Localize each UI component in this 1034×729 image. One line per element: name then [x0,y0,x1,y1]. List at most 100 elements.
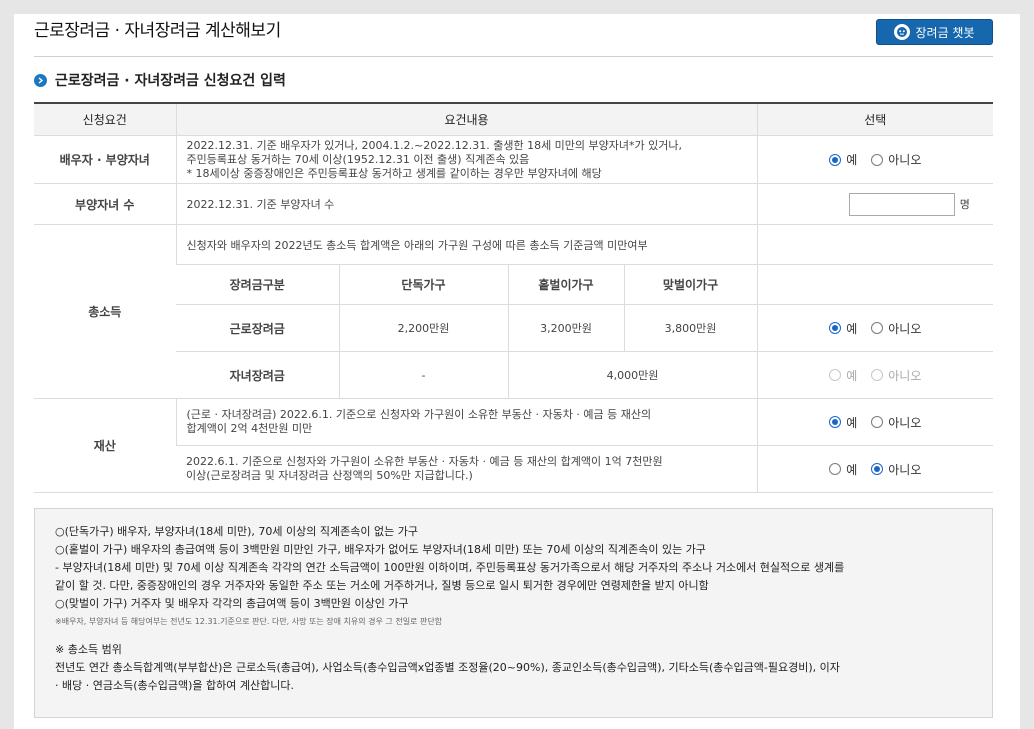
chatbot-button[interactable]: 장려금 챗봇 [876,19,993,45]
header-requirement: 신청요건 [34,102,176,136]
property-select-2: 예 아니오 [756,445,994,493]
income-range-line: 전년도 연간 총소득합계액(부부합산)은 근로소득(총급여), 사업소득(총수입… [55,661,840,674]
radio-empty-icon [871,322,884,334]
income-description: 신청자와 배우자의 2022년도 총소득 합계액은 아래의 가구원 구성에 따른… [175,224,758,265]
table-row: 장려금구분 단독가구 홑벌이가구 맞벌이가구 [34,264,994,305]
child-income-yes-radio[interactable]: 예 [829,367,857,384]
radio-label: 아니오 [888,153,922,167]
spouse-no-radio[interactable]: 아니오 [871,151,921,168]
requirements-table: 신청요건 요건내용 선택 배우자 · 부양자녀 2022.12.31. 기준 배… [34,102,994,493]
work-single-value: 2,200만원 [338,304,508,352]
children-label: 부양자녀 수 [34,183,176,225]
page-title: 근로장려금 · 자녀장려금 계산해보기 [34,21,281,41]
notes-box: ○(단독가구) 배우자, 부양자녀(18세 미만), 70세 이상의 직계존속이… [34,508,993,718]
sub-header-type: 장려금구분 [176,264,339,305]
property-select-1: 예 아니오 [756,398,994,446]
work-income-no-radio[interactable]: 아니오 [871,320,921,337]
radio-empty-icon [829,463,842,475]
radio-label: 예 [846,368,858,383]
radio-checked-icon [829,322,842,334]
small-note: ※배우자, 부양자녀 등 해당여부는 전년도 12.31.기준으로 판단. 다만… [55,617,443,626]
income-label: 총소득 [34,224,176,399]
radio-label: 예 [846,321,858,336]
radio-empty-icon [871,153,884,166]
chatbot-label: 장려금 챗봇 [915,25,975,40]
desc-line: 합계액이 2억 4천만원 미만 [186,422,313,435]
note-line: ○(단독가구) 배우자, 부양자녀(18세 미만), 70세 이상의 직계존속이… [55,525,418,538]
property1-yes-radio[interactable]: 예 [829,414,857,431]
scrollbar-track[interactable] [1020,14,1034,729]
radio-disabled-icon [871,369,884,381]
note-line: ○(맞벌이 가구) 거주자 및 배우자 각각의 총급여액 등이 3백만원 이상인… [55,597,409,610]
header-divider [34,56,993,57]
table-row: 배우자 · 부양자녀 2022.12.31. 기준 배우자가 있거나, 2004… [34,135,994,184]
child-single-value: - [338,351,508,399]
desc-line: * 18세이상 중증장애인은 주민등록표상 동거하고 생계를 같이하는 경우만 … [186,166,602,180]
child-income-no-radio[interactable]: 아니오 [871,367,921,384]
radio-label: 아니오 [888,321,922,336]
property1-no-radio[interactable]: 아니오 [871,414,921,431]
spouse-select: 예 아니오 [756,135,994,184]
sub-header-dual-earner: 맞벌이가구 [623,264,758,305]
arrow-right-circle-icon [34,73,47,87]
work-dual-earner-value: 3,800만원 [623,304,758,352]
property-description-1: (근로 · 자녀장려금) 2022.6.1. 기준으로 신청자와 가구원이 소유… [175,398,758,446]
child-income-select: 예 아니오 [756,351,994,399]
table-row: 총소득 신청자와 배우자의 2022년도 총소득 합계액은 아래의 가구원 구성… [34,224,994,399]
empty-cell [756,224,994,265]
desc-line: 2022.12.31. 기준 배우자가 있거나, 2004.1.2.~2022.… [186,138,683,152]
header-content: 요건내용 [175,102,758,136]
income-range-line: · 배당 · 연금소득(총수입금액)을 합하여 계산합니다. [55,679,294,692]
radio-checked-icon [829,416,842,428]
section-title: 근로장려금 · 자녀장려금 신청요건 입력 [55,73,286,89]
radio-checked-icon [871,463,884,475]
radio-checked-icon [829,153,842,166]
radio-label: 아니오 [888,462,922,477]
calculator-page: 근로장려금 · 자녀장려금 계산해보기 장려금 챗봇 근로장려금 · 자녀장려금… [14,14,1020,729]
table-row: 자녀장려금 - 4,000만원 예 아니오 [34,351,994,399]
sub-header-single: 단독가구 [338,264,508,305]
radio-disabled-icon [829,369,842,381]
radio-label: 예 [846,462,858,477]
property-description-2: 2022.6.1. 기준으로 신청자와 가구원이 소유한 부동산 · 자동차 ·… [176,445,758,493]
work-one-earner-value: 3,200만원 [507,304,624,352]
children-description: 2022.12.31. 기준 부양자녀 수 [175,183,758,225]
children-unit: 명 [959,198,970,211]
sub-header-one-earner: 홑벌이가구 [507,264,624,305]
table-row: 근로장려금 2,200만원 3,200만원 3,800만원 예 아니오 [34,304,994,352]
section-heading: 근로장려금 · 자녀장려금 신청요건 입력 [34,70,286,90]
note-line: - 부양자녀(18세 미만) 및 70세 이상 직계존속 각각의 연간 소득금액… [55,561,845,574]
radio-empty-icon [871,416,884,428]
desc-line: 2022.6.1. 기준으로 신청자와 가구원이 소유한 부동산 · 자동차 ·… [186,455,663,468]
empty-cell [756,264,994,305]
desc-line: 주민등록표상 동거하는 70세 이상(1952.12.31 이전 출생) 직계존… [186,152,530,166]
chatbot-icon [894,24,911,40]
header-select: 선택 [756,102,994,136]
child-combined-value: 4,000만원 [507,351,758,399]
note-line: ○(홑벌이 가구) 배우자의 총급여액 등이 3백만원 미만인 가구, 배우자가… [55,543,706,556]
property2-no-radio[interactable]: 아니오 [871,461,921,478]
radio-label: 아니오 [888,368,922,383]
child-incentive-name: 자녀장려금 [176,351,339,399]
spouse-description: 2022.12.31. 기준 배우자가 있거나, 2004.1.2.~2022.… [175,135,758,184]
property2-yes-radio[interactable]: 예 [829,461,857,478]
radio-label: 아니오 [888,415,922,430]
table-row: 부양자녀 수 2022.12.31. 기준 부양자녀 수 명 [34,183,994,225]
children-select: 명 [756,183,994,225]
property-label: 재산 [34,398,176,493]
income-range-title: ※ 총소득 범위 [55,643,122,656]
header-bar: 근로장려금 · 자녀장려금 계산해보기 장려금 챗봇 [14,14,1020,50]
table-row: 2022.6.1. 기준으로 신청자와 가구원이 소유한 부동산 · 자동차 ·… [34,445,994,493]
note-line: 같이 할 것. 다만, 중증장애인의 경우 거주자와 동일한 주소 또는 거소에… [55,579,709,592]
spouse-label: 배우자 · 부양자녀 [34,135,176,184]
work-incentive-name: 근로장려금 [176,304,339,352]
spouse-yes-radio[interactable]: 예 [829,151,857,168]
work-income-yes-radio[interactable]: 예 [829,320,857,337]
work-income-select: 예 아니오 [756,304,994,352]
radio-label: 예 [846,153,858,167]
desc-line: 이상(근로장려금 및 자녀장려금 산정액의 50%만 지급합니다.) [186,469,473,482]
radio-label: 예 [846,415,858,430]
children-count-input[interactable] [848,192,955,216]
desc-line: (근로 · 자녀장려금) 2022.6.1. 기준으로 신청자와 가구원이 소유… [186,408,652,421]
